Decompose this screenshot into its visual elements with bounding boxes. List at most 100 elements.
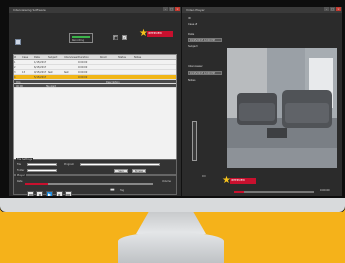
screen: Interviewing Software - □ × Recording ■ … [9, 7, 342, 196]
prev-button[interactable]: ◂ [36, 191, 43, 196]
player-panel-title: Player [16, 174, 26, 177]
table-cell [118, 60, 134, 64]
folder-field[interactable] [27, 169, 57, 172]
table-cell [100, 60, 118, 64]
interviewer-label: Interviewer [188, 65, 203, 68]
table-cell [48, 65, 64, 69]
folder-icon[interactable]: ▬ [110, 187, 115, 193]
file-field[interactable] [27, 163, 57, 166]
video-scrollbar[interactable] [192, 121, 197, 161]
fast-forward-button[interactable]: ▸▸ [65, 191, 72, 196]
left-window-title: Interviewing Software [13, 8, 46, 12]
table-cell [100, 75, 118, 79]
table-cell: 3 [14, 71, 16, 74]
table-cell [48, 60, 64, 64]
screen-icon[interactable]: ▭ [202, 173, 206, 178]
volume-label: Volume [162, 180, 171, 183]
close-button[interactable]: × [175, 7, 180, 11]
maximize-button[interactable]: □ [169, 7, 174, 11]
maximize-button[interactable]: □ [330, 7, 335, 11]
detail-cell: file start [46, 85, 56, 87]
rewind-button[interactable]: ◂◂ [27, 191, 34, 196]
left-pane: Recording ■ ✓ ★ INTERVIEW # Case Date Su… [9, 13, 181, 196]
check-button[interactable]: ✓ [122, 35, 127, 40]
notes-label: Notes [188, 79, 196, 82]
column-header[interactable]: Room [100, 55, 118, 59]
subject-label: Subject [188, 45, 198, 48]
table-body: 1 1/15/2017 0:00:00 2 6/15/2017 0:00:00 3 13 9/1… [14, 60, 176, 88]
save-button[interactable]: Save [114, 169, 128, 173]
table-cell [64, 65, 78, 69]
right-seek-bar[interactable] [234, 191, 314, 193]
monitor: Interviewing Software - □ × Recording ■ … [0, 0, 345, 212]
monitor-stand-base [118, 232, 224, 263]
table-cell: 0:00:00 [78, 76, 88, 79]
app-icon[interactable] [15, 39, 21, 45]
table-cell [134, 75, 152, 79]
detail-cell: Clip [16, 81, 21, 83]
table-cell [134, 60, 152, 64]
interview-table: # Case Date Subject Interviewer Duration… [13, 54, 177, 162]
table-cell: 13 [22, 71, 26, 74]
record-button[interactable]: ■ [113, 35, 118, 40]
program-field[interactable] [80, 163, 160, 166]
table-cell [134, 65, 152, 69]
left-window-controls: - □ × [163, 7, 180, 11]
file-panel-title: File Settings [16, 158, 34, 161]
minimize-button[interactable]: - [163, 7, 168, 11]
detail-row[interactable]: 00:00 file start [14, 84, 176, 88]
room-scene-image [227, 48, 337, 168]
table-cell [118, 70, 134, 74]
right-window-controls: - □ × [324, 7, 341, 11]
browse-button[interactable]: Browse [132, 169, 146, 173]
detail-cell [104, 84, 164, 87]
player-seek-fill [25, 183, 49, 185]
detail-cell: Description [106, 81, 120, 83]
table-cell: 0:00:00 [78, 71, 88, 74]
table-cell: test [48, 71, 53, 74]
column-header[interactable]: Date [34, 55, 48, 59]
tag-label: Tag [120, 189, 125, 192]
table-cell: test [64, 71, 69, 74]
column-header[interactable]: Status [118, 55, 134, 59]
minimize-button[interactable]: - [324, 7, 329, 11]
player-seek-bar[interactable] [25, 183, 153, 185]
status-bar [72, 36, 90, 38]
table-cell: 5/15/2017 [34, 76, 47, 79]
column-header[interactable]: Interviewer [64, 55, 78, 59]
recording-status: Recording [69, 33, 93, 43]
table-cell [22, 75, 34, 79]
play-button[interactable]: ▶ [46, 191, 53, 196]
next-button[interactable]: ▸ [56, 191, 63, 196]
status-label: Recording [72, 39, 84, 42]
program-label: Program [64, 163, 75, 166]
table-cell [134, 70, 152, 74]
id-label: ID [188, 17, 191, 20]
table-cell: 2 [14, 66, 16, 69]
monitor-stand-neck [136, 212, 206, 234]
column-header[interactable]: # [14, 55, 22, 59]
date-value: 01/15/2017 12:00 PM [188, 38, 222, 42]
table-cell: 4 [14, 76, 16, 79]
column-header[interactable]: Case [22, 55, 34, 59]
date-label: Date [188, 33, 195, 36]
table-cell: 6/15/2017 [34, 66, 47, 69]
brand-logo: ★ INTERVIEW [139, 29, 173, 41]
rate-label: Rate [17, 180, 23, 183]
table-cell [100, 70, 118, 74]
table-cell [64, 60, 78, 64]
right-pane: ID Case # Date 01/15/2017 12:00 PM Subje… [182, 13, 342, 196]
close-button[interactable]: × [336, 7, 341, 11]
column-header[interactable]: Notes [134, 55, 152, 59]
case-label: Case # [188, 23, 198, 26]
table-cell: 9/15/2017 [34, 71, 47, 74]
detail-cell [44, 80, 104, 83]
detail-cell: 00:00 [16, 85, 23, 87]
column-header[interactable]: Duration [78, 55, 100, 59]
video-frame[interactable] [227, 48, 337, 168]
folder-label: Folder [17, 169, 25, 172]
right-window-title: Video Player [186, 8, 205, 12]
table-cell [22, 65, 34, 69]
column-header[interactable]: Subject [48, 55, 64, 59]
player-time: 0:00:00 [320, 189, 330, 192]
